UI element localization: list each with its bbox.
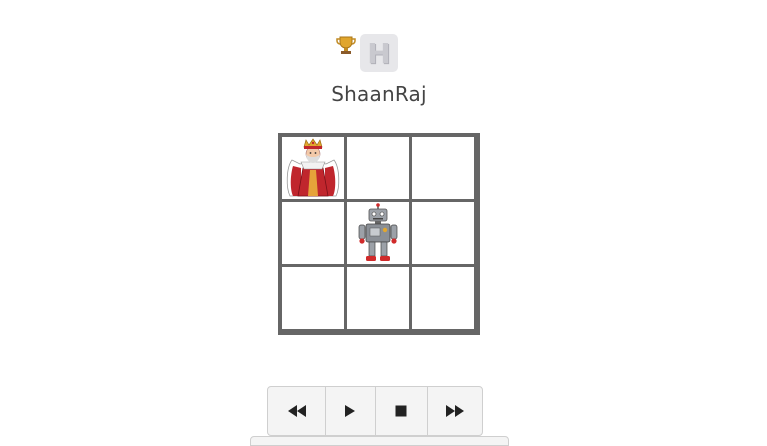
robot-piece [358, 203, 398, 261]
board-cell-0-1[interactable] [347, 137, 409, 199]
stop-icon [395, 405, 407, 417]
stop-button[interactable] [376, 387, 428, 435]
board-cell-1-1[interactable] [347, 202, 409, 264]
play-button[interactable] [326, 387, 376, 435]
fast-forward-button[interactable] [428, 387, 482, 435]
rewind-button[interactable] [268, 387, 327, 435]
board-cell-0-0[interactable] [282, 137, 344, 199]
queen-piece [286, 138, 340, 197]
trophy-icon [335, 34, 357, 56]
avatar[interactable]: H [360, 34, 398, 72]
bottom-panel [250, 436, 509, 446]
board-cell-1-0[interactable] [282, 202, 344, 264]
avatar-letter: H [367, 36, 391, 70]
username: ShaanRaj [331, 82, 427, 106]
fast-forward-icon [445, 405, 464, 417]
board-cell-2-0[interactable] [282, 267, 344, 329]
board-cell-0-2[interactable] [412, 137, 474, 199]
play-icon [345, 405, 356, 417]
playback-controls [267, 386, 483, 436]
board-cell-2-2[interactable] [412, 267, 474, 329]
game-board [278, 133, 480, 335]
board-cell-2-1[interactable] [347, 267, 409, 329]
rewind-icon [287, 405, 306, 417]
board-cell-1-2[interactable] [412, 202, 474, 264]
